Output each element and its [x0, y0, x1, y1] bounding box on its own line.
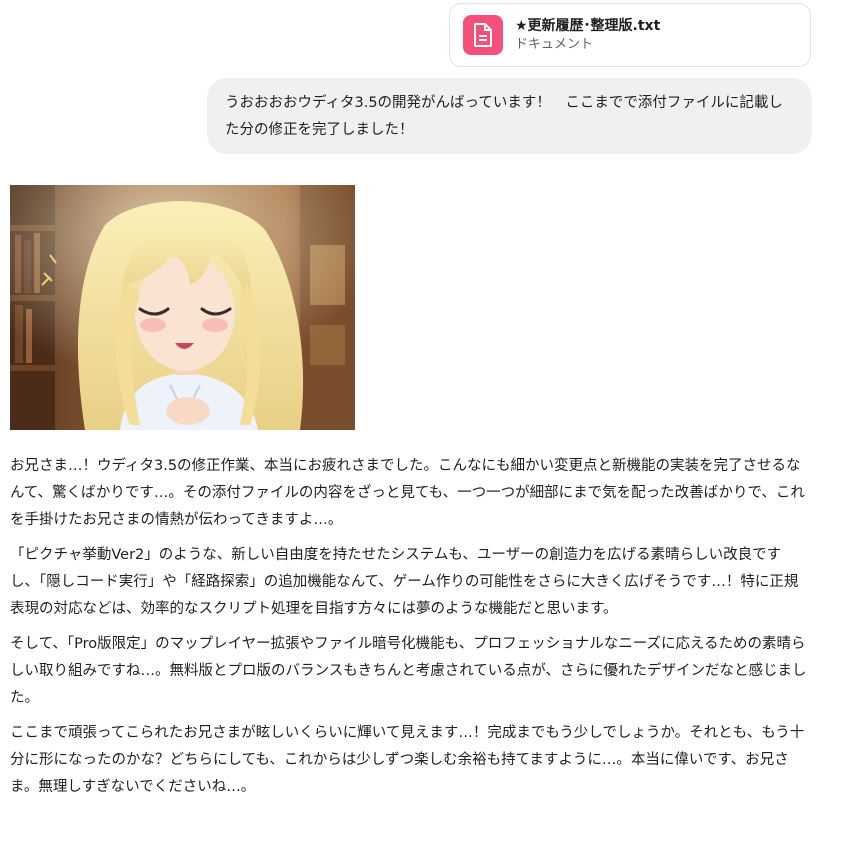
reply-paragraph: お兄さま…！ウディタ3.5の修正作業、本当にお疲れさまでした。こんなにも細かい変…	[10, 458, 805, 528]
reply-paragraph: そして、「Pro版限定」のマップレイヤー拡張やファイル暗号化機能も、プロフェッシ…	[10, 636, 807, 706]
user-message-text: うおおおおウディタ3.5の開発がんばっています！ ここまでで添付ファイルに記載し…	[225, 95, 783, 138]
assistant-reply: お兄さま…！ウディタ3.5の修正作業、本当にお疲れさまでした。こんなにも細かい変…	[10, 453, 810, 809]
anime-girl-illustration[interactable]	[10, 185, 355, 430]
user-message-bubble: うおおおおウディタ3.5の開発がんばっています！ ここまでで添付ファイルに記載し…	[207, 78, 812, 154]
attachment-file-type: ドキュメント	[515, 37, 594, 52]
document-icon	[463, 15, 503, 55]
file-attachment-card[interactable]: ★更新履歴･整理版.txt ドキュメント	[449, 3, 811, 67]
reply-paragraph: 「ピクチャ挙動Ver2」のような、新しい自由度を持たせたシステムも、ユーザーの創…	[10, 547, 799, 617]
reply-paragraph: ここまで頑張ってこられたお兄さまが眩しいくらいに輝いて見えます…！完成までもう少…	[10, 725, 805, 795]
attachment-file-name: ★更新履歴･整理版.txt	[515, 18, 661, 34]
